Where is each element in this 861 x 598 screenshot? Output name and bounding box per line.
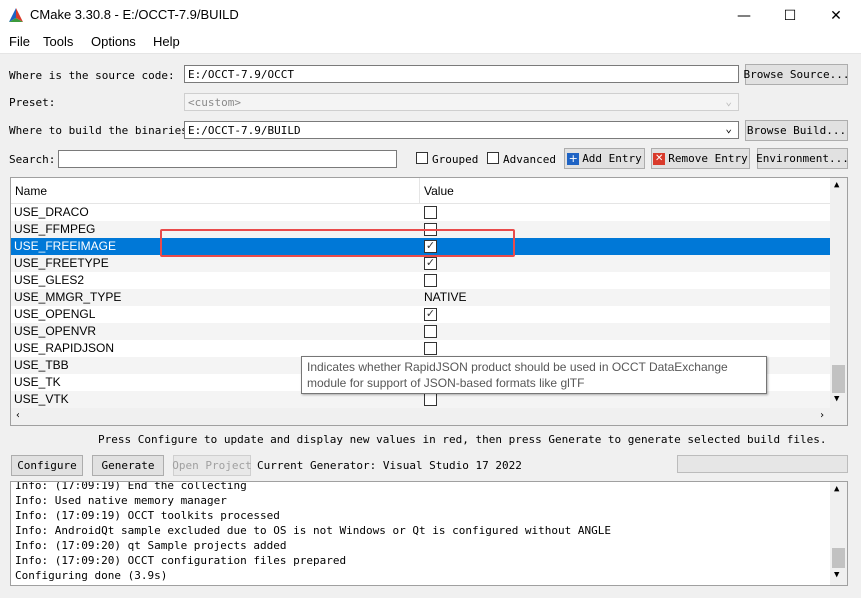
log-line: Configuring done (3.9s): [15, 569, 168, 582]
row-value-checkbox[interactable]: ✓: [424, 308, 437, 321]
source-label: Where is the source code:: [9, 69, 175, 82]
configure-hint: Press Configure to update and display ne…: [98, 433, 827, 446]
table-row[interactable]: USE_RAPIDJSON: [11, 340, 831, 357]
build-label: Where to build the binaries:: [9, 124, 195, 137]
horizontal-scrollbar[interactable]: ‹ ›: [11, 408, 847, 425]
browse-source-button[interactable]: Browse Source...: [744, 64, 849, 85]
preset-value: <custom>: [188, 96, 241, 109]
menu-options[interactable]: Options: [91, 34, 136, 49]
table-row[interactable]: USE_OPENGL ✓: [11, 306, 831, 323]
advanced-label: Advanced: [503, 153, 556, 166]
preset-select: <custom> ⌄: [184, 93, 739, 111]
row-value-checkbox[interactable]: [424, 342, 437, 355]
remove-entry-button[interactable]: ✕ Remove Entry: [651, 148, 750, 169]
row-name: USE_FFMPEG: [14, 222, 96, 236]
output-log: Info: (17:09:19) End the collecting Info:…: [10, 481, 848, 586]
row-name: USE_OPENVR: [14, 324, 97, 338]
minimize-button[interactable]: —: [721, 0, 767, 31]
x-icon: ✕: [653, 152, 666, 165]
row-name: USE_OPENGL: [14, 307, 96, 321]
cmake-logo-icon: [9, 8, 23, 22]
log-line: Info: AndroidQt sample excluded due to O…: [15, 524, 612, 537]
configure-button[interactable]: Configure: [11, 455, 83, 476]
menu-tools[interactable]: Tools: [43, 34, 73, 49]
column-header-value[interactable]: Value: [424, 184, 454, 198]
row-name: USE_GLES2: [14, 273, 85, 287]
search-input[interactable]: [58, 150, 397, 168]
chevron-down-icon[interactable]: ▼: [834, 570, 839, 580]
log-line: Info: (17:09:20) qt Sample projects adde…: [15, 539, 287, 552]
row-name: USE_RAPIDJSON: [14, 341, 115, 355]
menu-help[interactable]: Help: [153, 34, 180, 49]
grouped-label: Grouped: [432, 153, 479, 166]
close-button[interactable]: ✕: [813, 0, 859, 31]
add-entry-label: Add Entry: [582, 152, 642, 165]
row-value-checkbox[interactable]: [424, 325, 437, 338]
chevron-up-icon[interactable]: ▲: [834, 484, 839, 494]
row-value-checkbox[interactable]: ✓: [424, 257, 437, 270]
environment-button[interactable]: Environment...: [756, 148, 849, 169]
menu-file[interactable]: File: [9, 34, 30, 49]
table-header: Name Value: [11, 178, 831, 204]
maximize-button[interactable]: ☐: [767, 0, 813, 31]
checkmark-icon: ✓: [425, 308, 436, 320]
grouped-checkbox[interactable]: [416, 152, 428, 164]
current-generator: Current Generator: Visual Studio 17 2022: [257, 459, 522, 472]
browse-build-button[interactable]: Browse Build...: [745, 120, 848, 141]
chevron-left-icon[interactable]: ‹: [15, 410, 21, 421]
log-line: Info: Used native memory manager: [15, 494, 227, 507]
build-path-value: E:/OCCT-7.9/BUILD: [188, 124, 301, 137]
search-label: Search:: [9, 153, 56, 166]
table-row[interactable]: USE_MMGR_TYPE NATIVE: [11, 289, 831, 306]
row-value-checkbox[interactable]: [424, 206, 437, 219]
remove-entry-label: Remove Entry: [668, 152, 748, 165]
chevron-down-icon: ⌄: [725, 95, 732, 108]
checkmark-icon: ✓: [425, 257, 436, 269]
row-name: USE_DRACO: [14, 205, 89, 219]
table-row[interactable]: USE_OPENVR: [11, 323, 831, 340]
log-scrollbar[interactable]: ▲ ▼: [830, 482, 847, 585]
chevron-down-icon[interactable]: ⌄: [725, 121, 732, 136]
build-path-combobox[interactable]: E:/OCCT-7.9/BUILD ⌄: [184, 121, 739, 139]
add-entry-button[interactable]: + Add Entry: [564, 148, 645, 169]
highlight-annotation: [160, 229, 515, 257]
open-project-button[interactable]: Open Project: [172, 455, 252, 476]
log-line: Info: (17:09:19) End the collecting: [15, 481, 247, 492]
log-line: Info: (17:09:19) OCCT toolkits processed: [15, 509, 280, 522]
row-name: USE_TK: [14, 375, 61, 389]
plus-icon: +: [567, 151, 580, 165]
chevron-down-icon[interactable]: ▼: [834, 394, 839, 404]
progress-bar: [677, 455, 848, 473]
description-tooltip: Indicates whether RapidJSON product shou…: [301, 356, 767, 394]
row-value[interactable]: NATIVE: [424, 290, 466, 304]
advanced-checkbox[interactable]: [487, 152, 499, 164]
row-value-checkbox[interactable]: [424, 393, 437, 406]
row-name: USE_FREEIMAGE: [14, 239, 117, 253]
column-divider[interactable]: [419, 178, 420, 203]
scroll-thumb[interactable]: [832, 365, 845, 393]
table-row[interactable]: USE_DRACO: [11, 204, 831, 221]
preset-label: Preset:: [9, 96, 56, 109]
source-path-input[interactable]: E:/OCCT-7.9/OCCT: [184, 65, 739, 83]
log-line: Info: (17:09:20) OCCT configuration file…: [15, 554, 347, 567]
chevron-up-icon[interactable]: ▲: [834, 180, 839, 190]
log-scroll-thumb[interactable]: [832, 548, 845, 568]
row-name: USE_VTK: [14, 392, 69, 406]
generate-button[interactable]: Generate: [92, 455, 164, 476]
row-name: USE_FREETYPE: [14, 256, 109, 270]
chevron-right-icon[interactable]: ›: [819, 410, 825, 421]
row-name: USE_TBB: [14, 358, 69, 372]
vertical-scrollbar[interactable]: ▲ ▼: [830, 178, 847, 408]
table-row[interactable]: USE_GLES2: [11, 272, 831, 289]
row-name: USE_MMGR_TYPE: [14, 290, 122, 304]
table-row[interactable]: USE_FREETYPE ✓: [11, 255, 831, 272]
window-title: CMake 3.30.8 - E:/OCCT-7.9/BUILD: [30, 7, 239, 22]
row-value-checkbox[interactable]: [424, 274, 437, 287]
column-header-name[interactable]: Name: [15, 184, 47, 198]
